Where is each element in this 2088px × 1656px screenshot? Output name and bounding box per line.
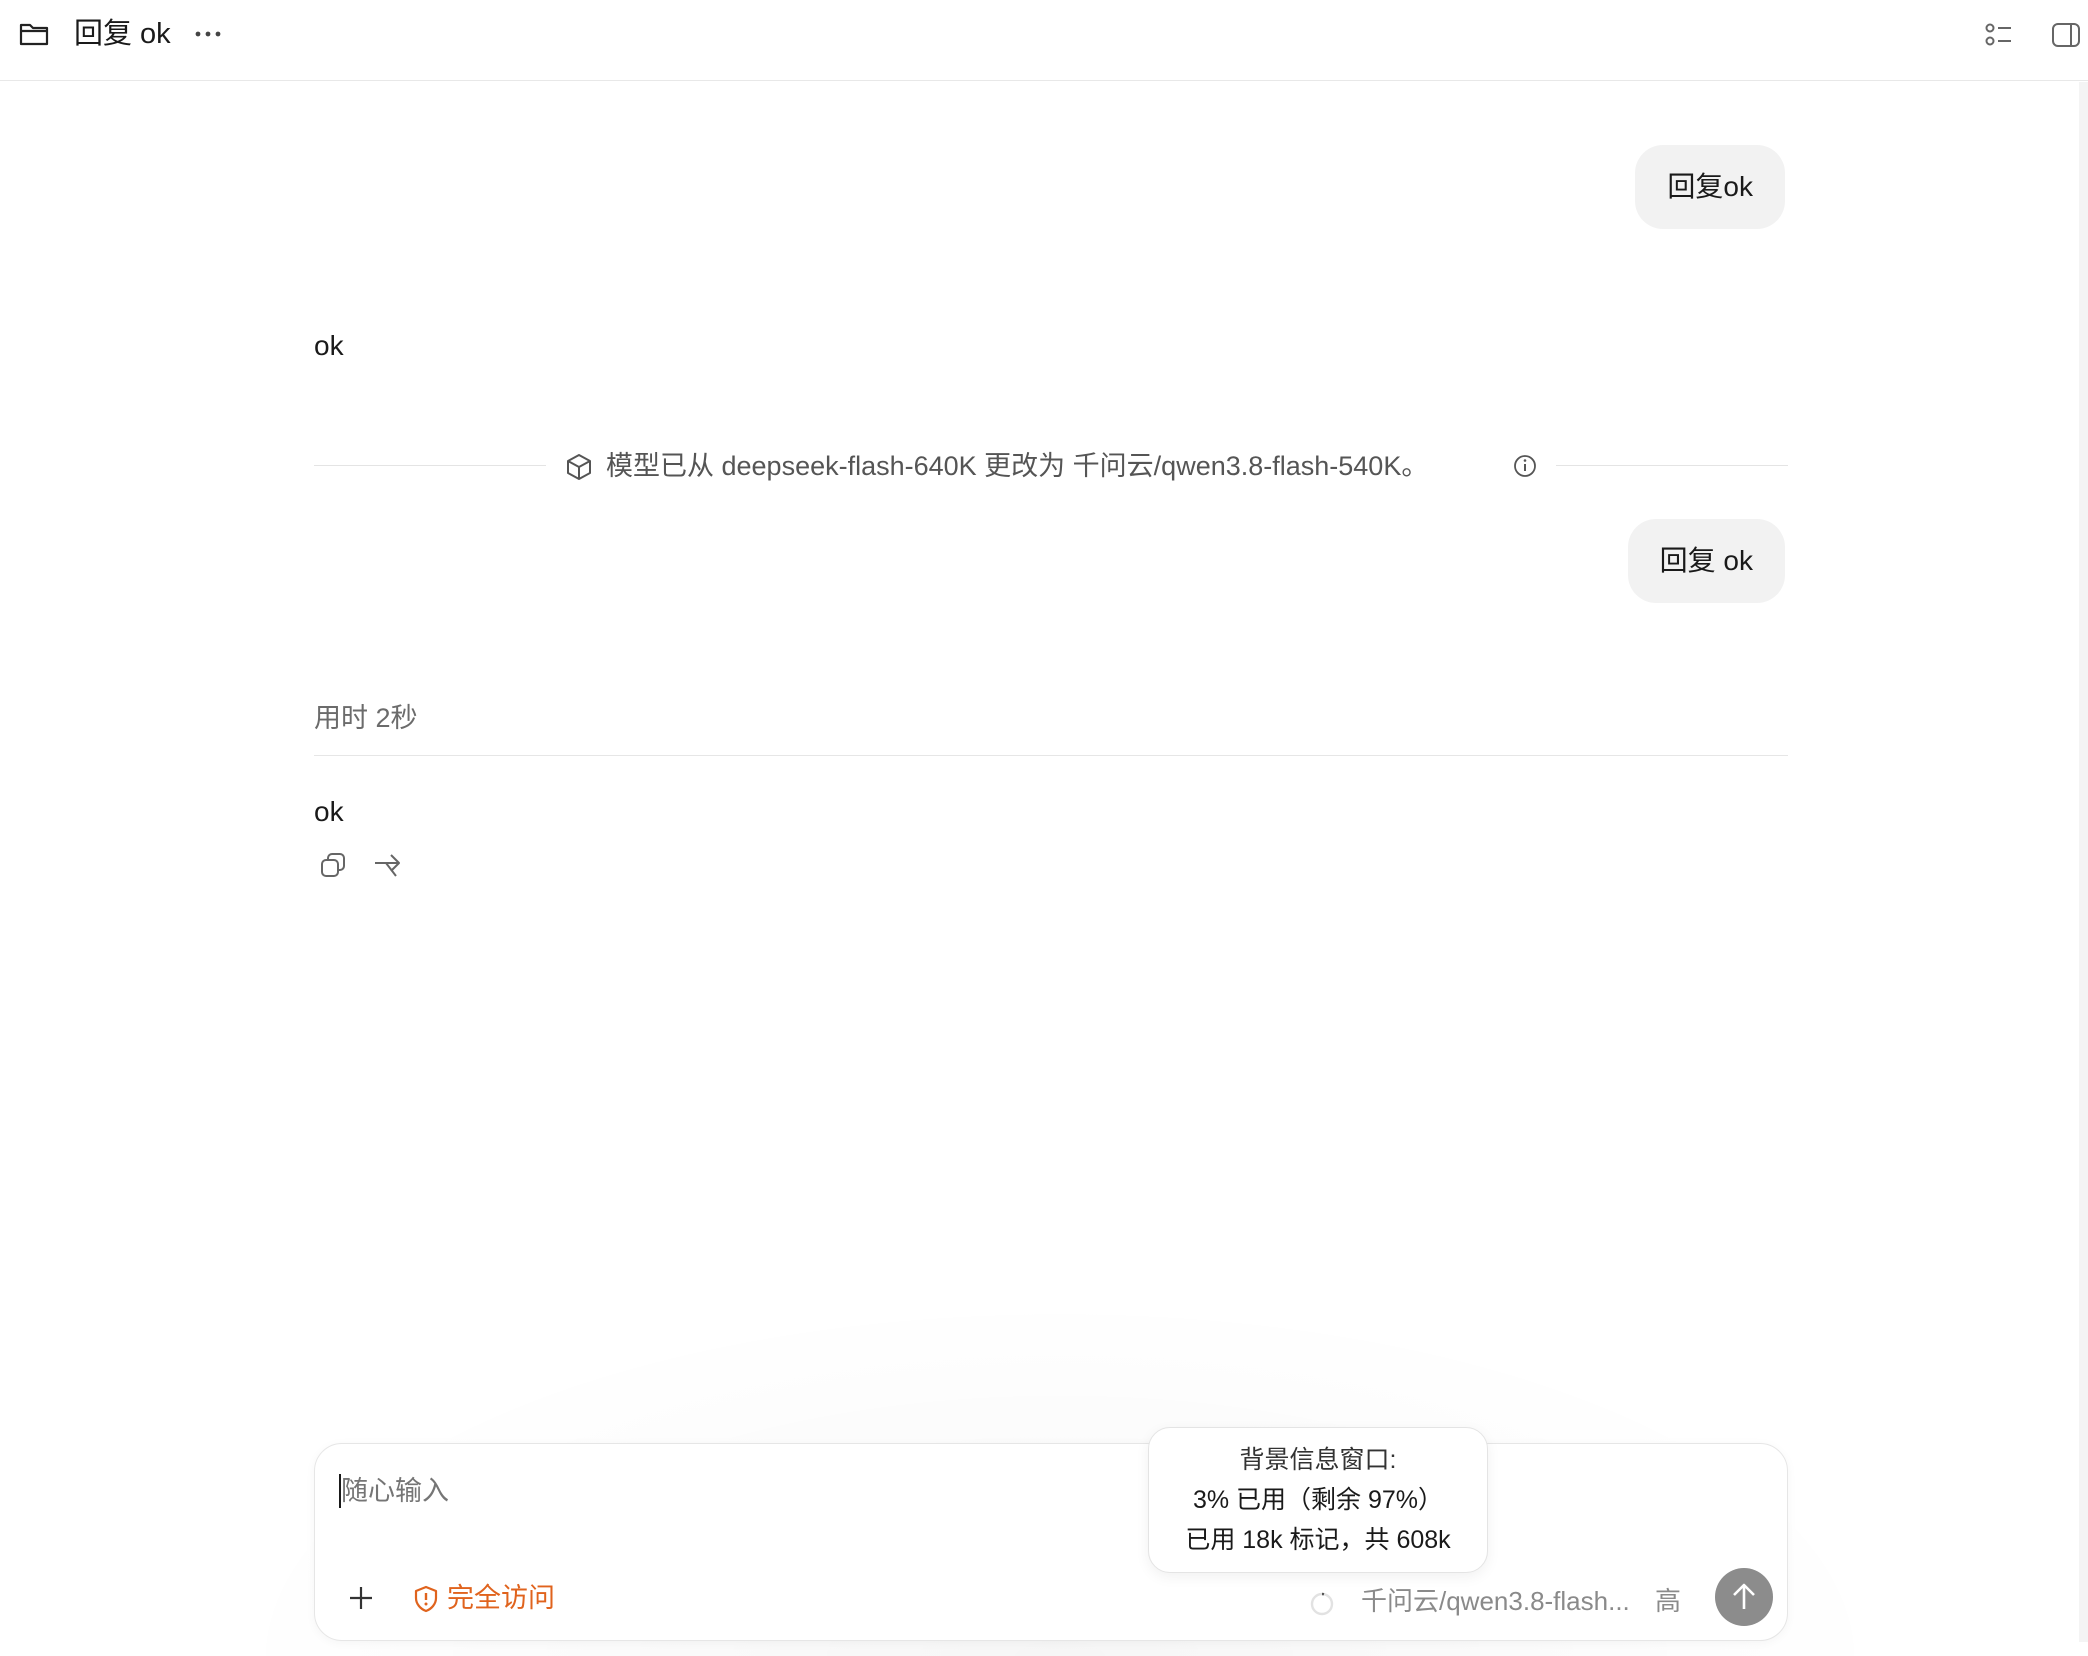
more-icon[interactable] bbox=[193, 20, 223, 48]
send-button[interactable] bbox=[1715, 1568, 1773, 1626]
divider bbox=[1556, 465, 1788, 466]
branch-icon[interactable] bbox=[372, 850, 402, 880]
response-duration[interactable]: 用时 2秒 bbox=[314, 700, 418, 736]
assistant-message: ok bbox=[314, 796, 344, 827]
top-bar: 回复 ok bbox=[0, 0, 2088, 81]
tooltip-title: 背景信息窗口: bbox=[1239, 1446, 1397, 1474]
cube-icon bbox=[567, 454, 591, 480]
divider bbox=[314, 755, 1788, 756]
app-window: 回复 ok 回复ok ok 模型已从 deepseek-flash-640K 更… bbox=[0, 0, 2088, 1656]
notice-text: 模型已从 deepseek-flash-640K 更改为 千问云/qwen3.8… bbox=[606, 451, 1429, 481]
copy-icon[interactable] bbox=[318, 850, 348, 880]
assistant-message: ok bbox=[314, 330, 344, 361]
info-icon[interactable] bbox=[1512, 453, 1538, 479]
list-icon[interactable] bbox=[1983, 19, 2015, 51]
model-change-notice: 模型已从 deepseek-flash-640K 更改为 千问云/qwen3.8… bbox=[314, 446, 1788, 486]
user-message: 回复 ok bbox=[1627, 519, 1785, 603]
effort-selector[interactable]: 高 bbox=[1655, 1583, 1681, 1619]
message-input[interactable] bbox=[341, 1471, 1041, 1511]
tooltip-usage: 3% 已用（剩余 97%） bbox=[1192, 1486, 1444, 1514]
shield-warning-icon bbox=[414, 1585, 438, 1613]
tooltip-tokens: 已用 18k 标记，共 608k bbox=[1185, 1526, 1451, 1554]
context-usage-icon[interactable] bbox=[1307, 1589, 1337, 1619]
composer: 完全访问 千问云/qwen3.8-flash... 高 bbox=[314, 1443, 1788, 1641]
access-mode-label: 完全访问 bbox=[447, 1583, 555, 1613]
scrollbar[interactable] bbox=[2079, 82, 2088, 1642]
divider bbox=[314, 465, 546, 466]
arrow-up-icon bbox=[1733, 1583, 1755, 1609]
panel-icon[interactable] bbox=[2050, 19, 2082, 51]
conversation-title: 回复 ok bbox=[74, 18, 171, 50]
context-window-tooltip: 背景信息窗口: 3% 已用（剩余 97%） 已用 18k 标记，共 608k bbox=[1148, 1427, 1488, 1573]
folder-icon[interactable] bbox=[19, 21, 49, 47]
plus-icon[interactable] bbox=[345, 1582, 377, 1614]
model-selector[interactable]: 千问云/qwen3.8-flash... bbox=[1361, 1583, 1630, 1619]
user-message: 回复ok bbox=[1635, 145, 1785, 229]
